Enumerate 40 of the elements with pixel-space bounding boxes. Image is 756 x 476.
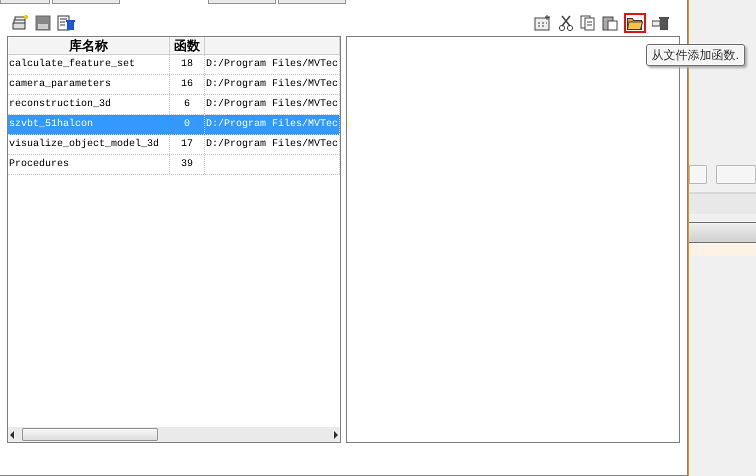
side-panel-band [689,242,756,256]
scroll-right-icon[interactable] [334,430,338,438]
table-row[interactable]: calculate_feature_set 18 D:/Program Files/MVTec [8,55,340,75]
trash-icon[interactable] [652,15,670,31]
table-cell-text: 16 [180,78,193,92]
add-from-file-button[interactable] [624,13,646,33]
column-header[interactable]: 库名称 [69,36,108,56]
table-cell-text: 0 [184,118,190,132]
tooltip: 从文件添加函数. [646,44,745,66]
cut-icon[interactable] [558,15,574,31]
table-cell-text: reconstruction_3d [9,98,112,112]
table-row[interactable]: camera_parameters 16 D:/Program Files/MVTec [8,75,340,95]
table-cell-text: D:/Program Files/MVTec [206,58,338,72]
scroll-left-icon[interactable] [10,430,14,438]
scrollbar-thumb[interactable] [22,428,158,441]
save-icon[interactable] [35,15,51,31]
folder-icon [627,16,643,30]
paste-icon[interactable] [602,15,618,31]
table-row[interactable]: reconstruction_3d 6 D:/Program Files/MVTec [8,95,340,115]
table-cell-text: 18 [180,58,193,72]
table-cell-text: camera_parameters [9,78,112,92]
table-row[interactable]: Procedures 39 [8,155,340,175]
table-cell-text: D:/Program Files/MVTec [206,98,338,112]
calendar-add-icon[interactable] [534,15,552,31]
table-cell-text: 6 [184,98,190,112]
table-cell-text: D:/Program Files/MVTec [206,138,338,152]
column-header[interactable]: 函数 [174,36,200,56]
table-cell-text: 39 [180,158,193,172]
table-cell-text: 17 [180,138,193,152]
side-panel-band [689,192,756,214]
copy-icon[interactable] [580,15,596,31]
table-cell-text: calculate_feature_set [9,58,136,72]
table-cell-text: visualize_object_model_3d [9,138,160,152]
table-cell-text: szvbt_51halcon [9,118,94,132]
side-panel-band [689,222,756,242]
table-cell-text: Procedures [9,158,70,172]
table-cell-text: D:/Program Files/MVTec [206,118,338,132]
horizontal-scrollbar[interactable] [8,427,340,442]
table-row[interactable]: visualize_object_model_3d 17 D:/Program Files/MVTec [8,135,340,155]
table-cell-text: D:/Program Files/MVTec [206,78,338,92]
